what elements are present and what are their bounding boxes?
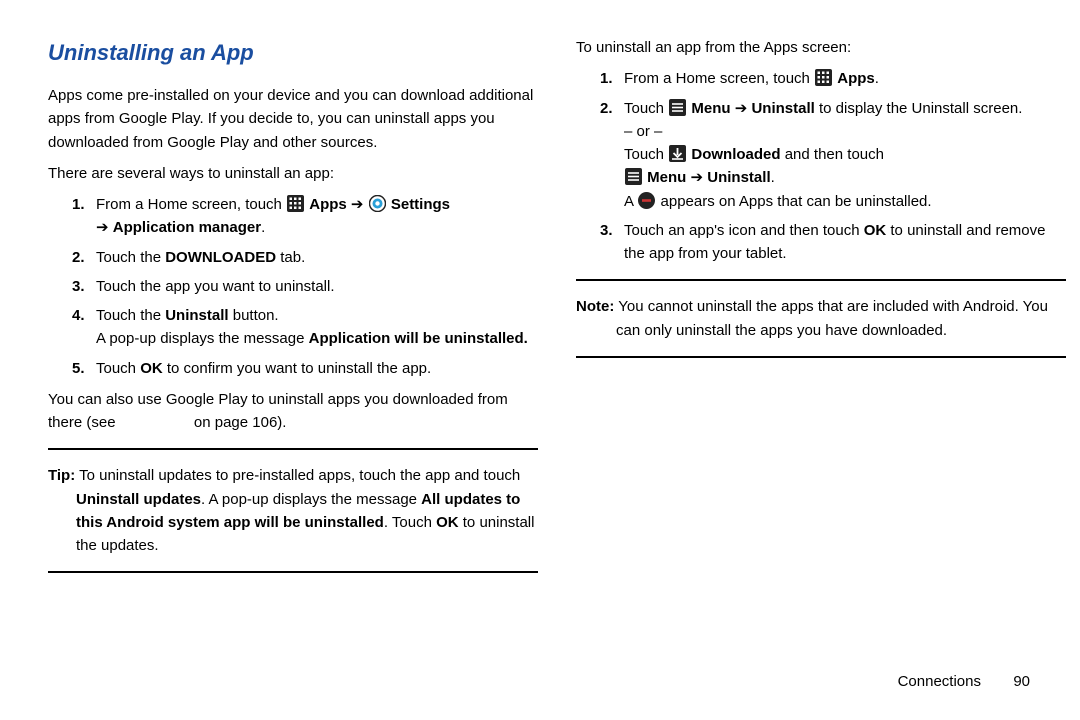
text: To uninstall updates to pre-installed ap…: [75, 467, 520, 484]
downloaded-label: DOWNLOADED: [165, 249, 276, 266]
text: Touch the app you want to uninstall.: [96, 275, 538, 298]
apps-icon: [815, 69, 832, 86]
step-number: 3.: [600, 219, 618, 266]
right-column: To uninstall an app from the Apps screen…: [576, 36, 1066, 372]
settings-label: Settings: [391, 196, 450, 213]
tip-label: Tip:: [48, 467, 75, 484]
note-block: Note: You cannot uninstall the apps that…: [576, 295, 1066, 342]
divider: [576, 279, 1066, 281]
text: You cannot uninstall the apps that are i…: [614, 298, 1048, 338]
text: Touch the: [96, 249, 165, 266]
text: Touch the: [96, 307, 165, 324]
list-item: 4. Touch the Uninstall button. A pop-up …: [72, 304, 538, 351]
arrow-icon: ➔: [691, 169, 704, 186]
arrow-icon: ➔: [735, 100, 748, 117]
divider: [48, 571, 538, 573]
text: to confirm you want to uninstall the app…: [163, 360, 431, 377]
text: appears on Apps that can be uninstalled.: [661, 193, 932, 210]
appmgr-label: Application manager: [113, 219, 261, 236]
step-number: 1.: [72, 193, 90, 240]
download-icon: [669, 145, 686, 162]
text: to display the Uninstall screen.: [819, 100, 1022, 117]
apps-icon: [287, 195, 304, 212]
list-item: 2. Touch the DOWNLOADED tab.: [72, 246, 538, 269]
uninstall-updates-label: Uninstall updates: [76, 491, 201, 508]
text: tab.: [276, 249, 305, 266]
text: Touch an app's icon and then touch: [624, 222, 864, 239]
section-heading: Uninstalling an App: [48, 36, 538, 70]
list-item: 2. Touch Menu ➔ Uninstall to display the…: [600, 97, 1066, 213]
ok-label: OK: [864, 222, 887, 239]
uninstall-label: Uninstall: [751, 100, 814, 117]
list-item: 1. From a Home screen, touch Apps ➔ Sett…: [72, 193, 538, 240]
footer-section: Connections: [898, 673, 981, 690]
text: and then touch: [785, 146, 884, 163]
steps-list: 1. From a Home screen, touch Apps ➔ Sett…: [48, 193, 538, 380]
intro-text: Apps come pre-installed on your device a…: [48, 84, 538, 154]
text: . A pop-up displays the message: [201, 491, 421, 508]
text: A pop-up displays the message: [96, 330, 309, 347]
menu-icon: [669, 99, 686, 116]
text: . Touch: [384, 514, 436, 531]
text: Touch: [624, 100, 668, 117]
ways-text: There are several ways to uninstall an a…: [48, 162, 538, 185]
step-number: 4.: [72, 304, 90, 351]
list-item: 5. Touch OK to confirm you want to unins…: [72, 357, 538, 380]
text: on page 106).: [190, 414, 287, 431]
text: button.: [229, 307, 279, 324]
step-number: 3.: [72, 275, 90, 298]
divider: [576, 356, 1066, 358]
step-number: 1.: [600, 67, 618, 90]
text: Touch: [96, 360, 140, 377]
uninstall-label: Uninstall: [165, 307, 228, 324]
settings-icon: [369, 195, 386, 212]
list-item: 3. Touch an app's icon and then touch OK…: [600, 219, 1066, 266]
left-column: Uninstalling an App Apps come pre-instal…: [48, 36, 538, 587]
step-number: 5.: [72, 357, 90, 380]
list-item: 3. Touch the app you want to uninstall.: [72, 275, 538, 298]
ok-label: OK: [140, 360, 163, 377]
also-text: You can also use Google Play to uninstal…: [48, 388, 538, 435]
text: From a Home screen, touch: [96, 196, 286, 213]
text: Touch: [624, 146, 668, 163]
arrow-icon: ➔: [96, 219, 113, 236]
apps-label: Apps: [309, 196, 351, 213]
arrow-icon: ➔: [351, 196, 364, 213]
or-text: – or –: [624, 123, 662, 140]
text: From a Home screen, touch: [624, 70, 814, 87]
note-label: Note:: [576, 298, 614, 315]
steps-list: 1. From a Home screen, touch Apps. 2. To…: [576, 67, 1066, 265]
intro-text: To uninstall an app from the Apps screen…: [576, 36, 1066, 59]
footer-page: 90: [1013, 673, 1030, 690]
list-item: 1. From a Home screen, touch Apps.: [600, 67, 1066, 90]
msg-label: Application will be uninstalled.: [309, 330, 528, 347]
divider: [48, 448, 538, 450]
page-footer: Connections 90: [898, 673, 1030, 690]
apps-label: Apps: [837, 70, 875, 87]
step-number: 2.: [72, 246, 90, 269]
tip-block: Tip: To uninstall updates to pre-install…: [48, 464, 538, 557]
step-number: 2.: [600, 97, 618, 213]
downloaded-label: Downloaded: [691, 146, 780, 163]
uninstall-label: Uninstall: [707, 169, 770, 186]
text: A: [624, 193, 637, 210]
menu-icon: [625, 168, 642, 185]
ok-label: OK: [436, 514, 459, 531]
menu-label: Menu: [691, 100, 734, 117]
menu-label: Menu: [647, 169, 690, 186]
remove-icon: [638, 192, 655, 209]
